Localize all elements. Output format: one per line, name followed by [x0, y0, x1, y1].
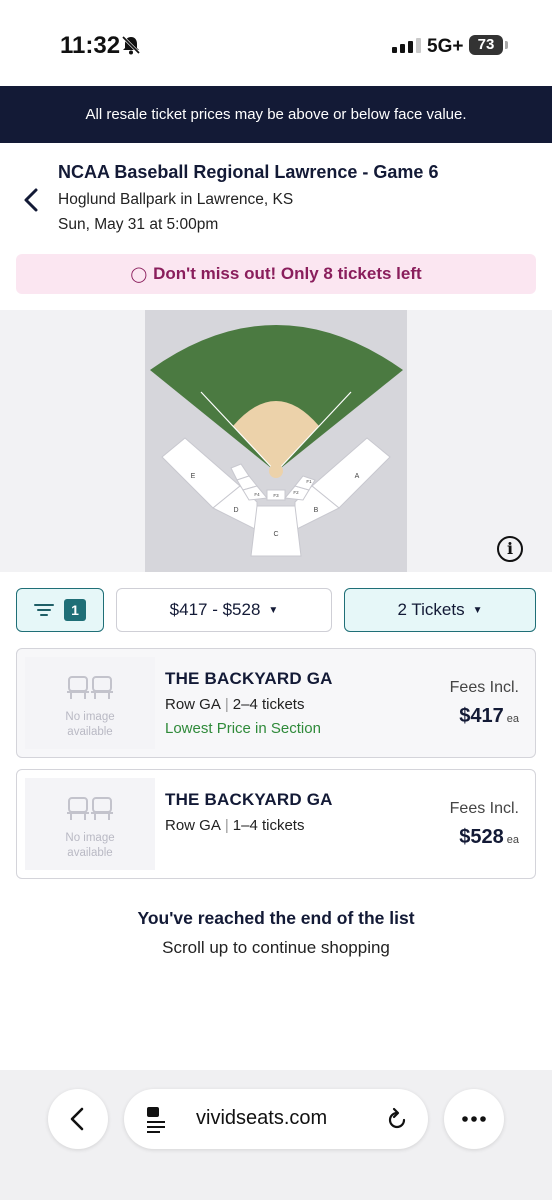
- event-venue: Hoglund Ballpark in Lawrence, KS: [58, 191, 294, 208]
- price-range-dropdown[interactable]: $417 - $528 ▼: [116, 588, 332, 632]
- listing-price: $528 ea: [459, 826, 519, 848]
- event-date: Sun, May 31 at 5:00pm: [58, 216, 219, 233]
- address-bar[interactable]: vividseats.com: [124, 1089, 428, 1149]
- ticket-quantity-dropdown[interactable]: 2 Tickets ▼: [344, 588, 536, 632]
- fees-included-label: Fees Incl.: [449, 679, 519, 696]
- seat-map-area[interactable]: E A D B C F4 F3 F2 F1: [0, 310, 552, 572]
- caret-down-icon: ▼: [472, 604, 483, 616]
- section-label: F4: [254, 492, 260, 497]
- section-label: C: [273, 531, 278, 538]
- urgency-alert: ◯ Don't miss out! Only 8 tickets left: [16, 254, 536, 294]
- seats-icon: [67, 797, 113, 820]
- reload-icon[interactable]: [384, 1107, 410, 1133]
- pitchers-mound: [271, 435, 281, 445]
- back-arrow-icon: [70, 1107, 84, 1131]
- price-range-value: $417 - $528: [169, 600, 261, 619]
- silent-bell-icon: [121, 35, 141, 55]
- no-image-text: No image available: [65, 711, 115, 738]
- listing-price: $417 ea: [459, 705, 519, 727]
- filter-count-badge: 1: [64, 599, 86, 621]
- resale-notice-banner: All resale ticket prices may be above or…: [0, 86, 552, 143]
- browser-back-button[interactable]: [48, 1089, 108, 1149]
- section-label: F1: [306, 479, 312, 484]
- page-menu-icon: [147, 1107, 165, 1133]
- url-text: vividseats.com: [196, 1107, 328, 1129]
- home-plate: [269, 464, 283, 478]
- status-bar: 11:32 5G+ 73: [0, 0, 552, 86]
- browser-more-button[interactable]: [444, 1089, 504, 1149]
- seats-icon: [67, 676, 113, 699]
- caret-down-icon: ▼: [268, 604, 279, 616]
- listing-card[interactable]: No image available THE BACKYARD GA Row G…: [16, 769, 536, 879]
- section-label: D: [233, 507, 238, 514]
- section-label: F3: [273, 493, 279, 498]
- listing-row: Row GA | 2–4 tickets: [165, 696, 305, 713]
- listing-thumbnail: No image available: [25, 657, 155, 749]
- fees-included-label: Fees Incl.: [449, 800, 519, 817]
- info-icon[interactable]: i: [497, 536, 523, 562]
- listing-row: Row GA | 1–4 tickets: [165, 817, 305, 834]
- flame-icon: ◯: [130, 266, 148, 283]
- seat-map-svg: E A D B C F4 F3 F2 F1: [150, 325, 403, 557]
- seat-map[interactable]: E A D B C F4 F3 F2 F1: [145, 310, 407, 572]
- filter-button[interactable]: 1: [16, 588, 104, 632]
- no-image-text: No image available: [65, 832, 115, 859]
- cell-signal-icon: [392, 38, 421, 53]
- listing-thumbnail: No image available: [25, 778, 155, 870]
- more-dots-icon: [462, 1116, 486, 1122]
- listing-card[interactable]: No image available THE BACKYARD GA Row G…: [16, 648, 536, 758]
- filter-lines-icon: [34, 603, 54, 617]
- ticket-quantity-value: 2 Tickets: [397, 600, 465, 619]
- network-type: 5G+: [427, 36, 464, 57]
- section-label: F2: [293, 490, 299, 495]
- battery-nub: [505, 41, 508, 49]
- listing-section: THE BACKYARD GA: [165, 669, 333, 688]
- battery-icon: 73: [469, 35, 503, 55]
- section-label: B: [314, 507, 319, 514]
- status-time: 11:32: [60, 32, 121, 59]
- section-label: E: [191, 473, 196, 480]
- back-chevron-icon[interactable]: [20, 185, 44, 215]
- section-label: A: [355, 473, 360, 480]
- event-title: NCAA Baseball Regional Lawrence - Game 6: [58, 162, 439, 182]
- listing-section: THE BACKYARD GA: [165, 790, 333, 809]
- end-of-list-title: You've reached the end of the list: [137, 908, 415, 928]
- lowest-price-note: Lowest Price in Section: [165, 720, 321, 737]
- urgency-text: Don't miss out! Only 8 tickets left: [153, 264, 422, 283]
- end-of-list-subtitle: Scroll up to continue shopping: [162, 938, 390, 957]
